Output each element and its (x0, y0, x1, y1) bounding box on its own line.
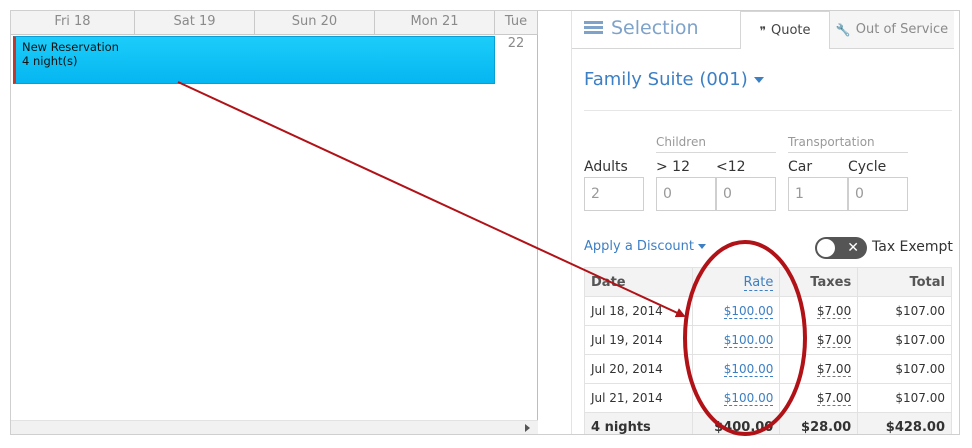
new-reservation-block[interactable]: New Reservation 4 night(s) (13, 36, 495, 84)
taxes-header: Taxes (779, 267, 859, 297)
row-rate[interactable]: $100.00 (723, 362, 774, 377)
cycle-label: Cycle (848, 159, 887, 175)
chevron-down-icon (753, 76, 764, 83)
children-under-12-label: <12 (716, 159, 746, 175)
wrench-icon: 🔧 (835, 22, 851, 37)
reservation-title: New Reservation (22, 40, 119, 54)
apply-discount-label: Apply a Discount (584, 239, 695, 254)
row-taxes[interactable]: $7.00 (816, 362, 852, 377)
children-over-12-label: > 12 (656, 159, 690, 175)
apply-discount-dropdown[interactable]: Apply a Discount (584, 239, 707, 254)
row-date: Jul 18, 2014 (584, 296, 693, 326)
children-under-12-input[interactable] (716, 177, 776, 211)
row-rate[interactable]: $100.00 (723, 304, 774, 319)
transportation-group-divider (788, 152, 908, 153)
reservation-calendar: Fri 18 Sat 19 Sun 20 Mon 21 Tue 22 New R… (11, 11, 538, 434)
caret-down-icon (698, 244, 707, 249)
row-date: Jul 20, 2014 (584, 354, 693, 384)
screenshot-frame: Fri 18 Sat 19 Sun 20 Mon 21 Tue 22 New R… (10, 10, 960, 435)
total-header: Total (857, 267, 952, 297)
table-header-row: Date Rate Taxes Total (584, 267, 952, 297)
row-total: $107.00 (857, 354, 952, 384)
close-icon: ✕ (847, 240, 859, 256)
row-date: Jul 19, 2014 (584, 325, 693, 355)
table-row: Jul 20, 2014 $100.00 $7.00 $107.00 (584, 354, 952, 384)
footer-rate-total: $400.00 (714, 419, 774, 435)
day-column-sat-19: Sat 19 (135, 11, 255, 35)
row-total: $107.00 (857, 296, 952, 326)
day-column-sun-20: Sun 20 (255, 11, 375, 35)
row-date: Jul 21, 2014 (584, 383, 693, 413)
tab-quote-label: Quote (770, 23, 811, 38)
rate-header-label[interactable]: Rate (743, 274, 774, 291)
car-label: Car (788, 159, 813, 175)
day-column-fri-18: Fri 18 (11, 11, 135, 35)
day-column-tue-22: Tue 22 (495, 11, 538, 51)
footer-taxes-total: $28.00 (801, 419, 852, 435)
title-divider (584, 110, 952, 111)
row-rate[interactable]: $100.00 (723, 333, 774, 348)
transportation-group-label: Transportation (788, 135, 875, 149)
tab-out-of-service[interactable]: 🔧 Out of Service (830, 11, 954, 49)
quote-table: Date Rate Taxes Total Jul 18, 2014 $100.… (584, 267, 952, 435)
adults-input[interactable] (584, 177, 644, 211)
tab-out-of-service-label: Out of Service (855, 22, 949, 37)
calendar-day-header: Fri 18 Sat 19 Sun 20 Mon 21 Tue 22 (11, 11, 538, 51)
row-taxes[interactable]: $7.00 (816, 304, 852, 319)
list-icon (584, 21, 603, 35)
row-taxes[interactable]: $7.00 (816, 391, 852, 406)
adults-label: Adults (584, 159, 628, 175)
cycle-input[interactable] (848, 177, 908, 211)
calendar-horizontal-scrollbar[interactable] (11, 420, 538, 434)
footer-nights: 4 nights (584, 412, 693, 434)
row-total: $107.00 (857, 325, 952, 355)
children-group-label: Children (656, 135, 706, 149)
children-group-divider (656, 152, 776, 153)
day-column-mon-21: Mon 21 (375, 11, 495, 35)
tab-selection-label: Selection (611, 17, 699, 39)
reservation-nights: 4 night(s) (22, 54, 78, 68)
car-input[interactable] (788, 177, 848, 211)
reservation-panel: Selection ❞ Quote 🔧 Out of Service Famil… (571, 11, 959, 435)
date-header: Date (584, 267, 693, 297)
rate-header[interactable]: Rate (691, 267, 781, 297)
tax-exempt-toggle[interactable]: ✕ (815, 237, 867, 259)
children-over-12-input[interactable] (656, 177, 716, 211)
quote-icon: ❞ (759, 23, 766, 38)
row-rate[interactable]: $100.00 (723, 391, 774, 406)
table-row: Jul 18, 2014 $100.00 $7.00 $107.00 (584, 296, 952, 326)
row-taxes[interactable]: $7.00 (816, 333, 852, 348)
tax-exempt-label: Tax Exempt (872, 239, 953, 255)
row-total: $107.00 (857, 383, 952, 413)
toggle-knob (817, 239, 835, 257)
footer-grand-total: $428.00 (857, 412, 952, 434)
tab-divider (572, 48, 740, 49)
table-row: Jul 19, 2014 $100.00 $7.00 $107.00 (584, 325, 952, 355)
tab-quote[interactable]: ❞ Quote (740, 11, 830, 49)
scroll-right-arrow-icon[interactable] (525, 424, 530, 432)
tab-selection[interactable]: Selection (584, 15, 699, 41)
room-selector[interactable]: Family Suite (001) (584, 69, 764, 90)
table-footer-row: 4 nights $400.00 $28.00 $428.00 (584, 412, 952, 435)
table-row: Jul 21, 2014 $100.00 $7.00 $107.00 (584, 383, 952, 413)
room-title: Family Suite (001) (584, 69, 748, 90)
